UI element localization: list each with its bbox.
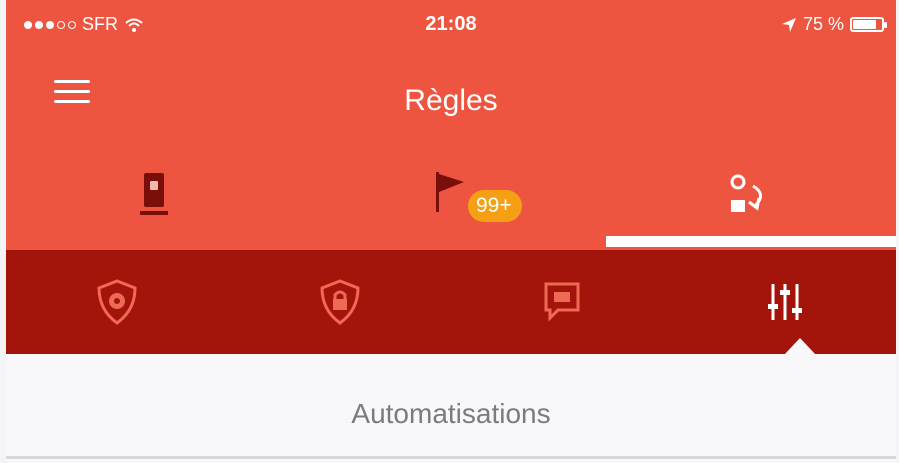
status-time: 21:08 bbox=[425, 13, 477, 35]
tab-automation[interactable] bbox=[599, 144, 896, 250]
shield-lock-icon bbox=[320, 279, 360, 325]
sub-tab-bar bbox=[6, 250, 896, 354]
subtab-messages[interactable] bbox=[451, 250, 674, 354]
section-title: Automatisations bbox=[351, 398, 551, 429]
automation-swap-icon bbox=[730, 174, 762, 212]
flag-icon bbox=[436, 172, 464, 212]
page-title: Règles bbox=[404, 84, 498, 117]
selected-subtab-caret bbox=[784, 338, 816, 355]
shield-mail-icon bbox=[97, 279, 137, 325]
message-icon bbox=[544, 282, 580, 322]
tab-flags[interactable] bbox=[303, 144, 600, 250]
subtab-lock-protection[interactable] bbox=[229, 250, 452, 354]
notification-badge: 99+ bbox=[468, 190, 522, 222]
top-tab-bar bbox=[6, 144, 896, 250]
selected-tab-indicator bbox=[606, 236, 896, 247]
battery-fill bbox=[853, 20, 876, 29]
section-divider bbox=[6, 456, 896, 459]
sliders-icon bbox=[767, 284, 802, 320]
tab-device[interactable] bbox=[6, 144, 303, 250]
app-screen: SFR 21:08 75 % Règles 99+ Automatisation… bbox=[6, 0, 896, 463]
location-arrow-icon bbox=[781, 17, 796, 32]
battery-icon bbox=[850, 17, 887, 32]
mobile-device-icon bbox=[140, 173, 169, 215]
content-area: Automatisations bbox=[6, 354, 896, 463]
status-bar: SFR 21:08 75 % bbox=[6, 0, 896, 52]
navigation-bar: Règles bbox=[6, 52, 896, 144]
status-right: 75 % bbox=[781, 14, 887, 35]
battery-percent: 75 % bbox=[802, 14, 844, 34]
subtab-mail-protection[interactable] bbox=[6, 250, 229, 354]
